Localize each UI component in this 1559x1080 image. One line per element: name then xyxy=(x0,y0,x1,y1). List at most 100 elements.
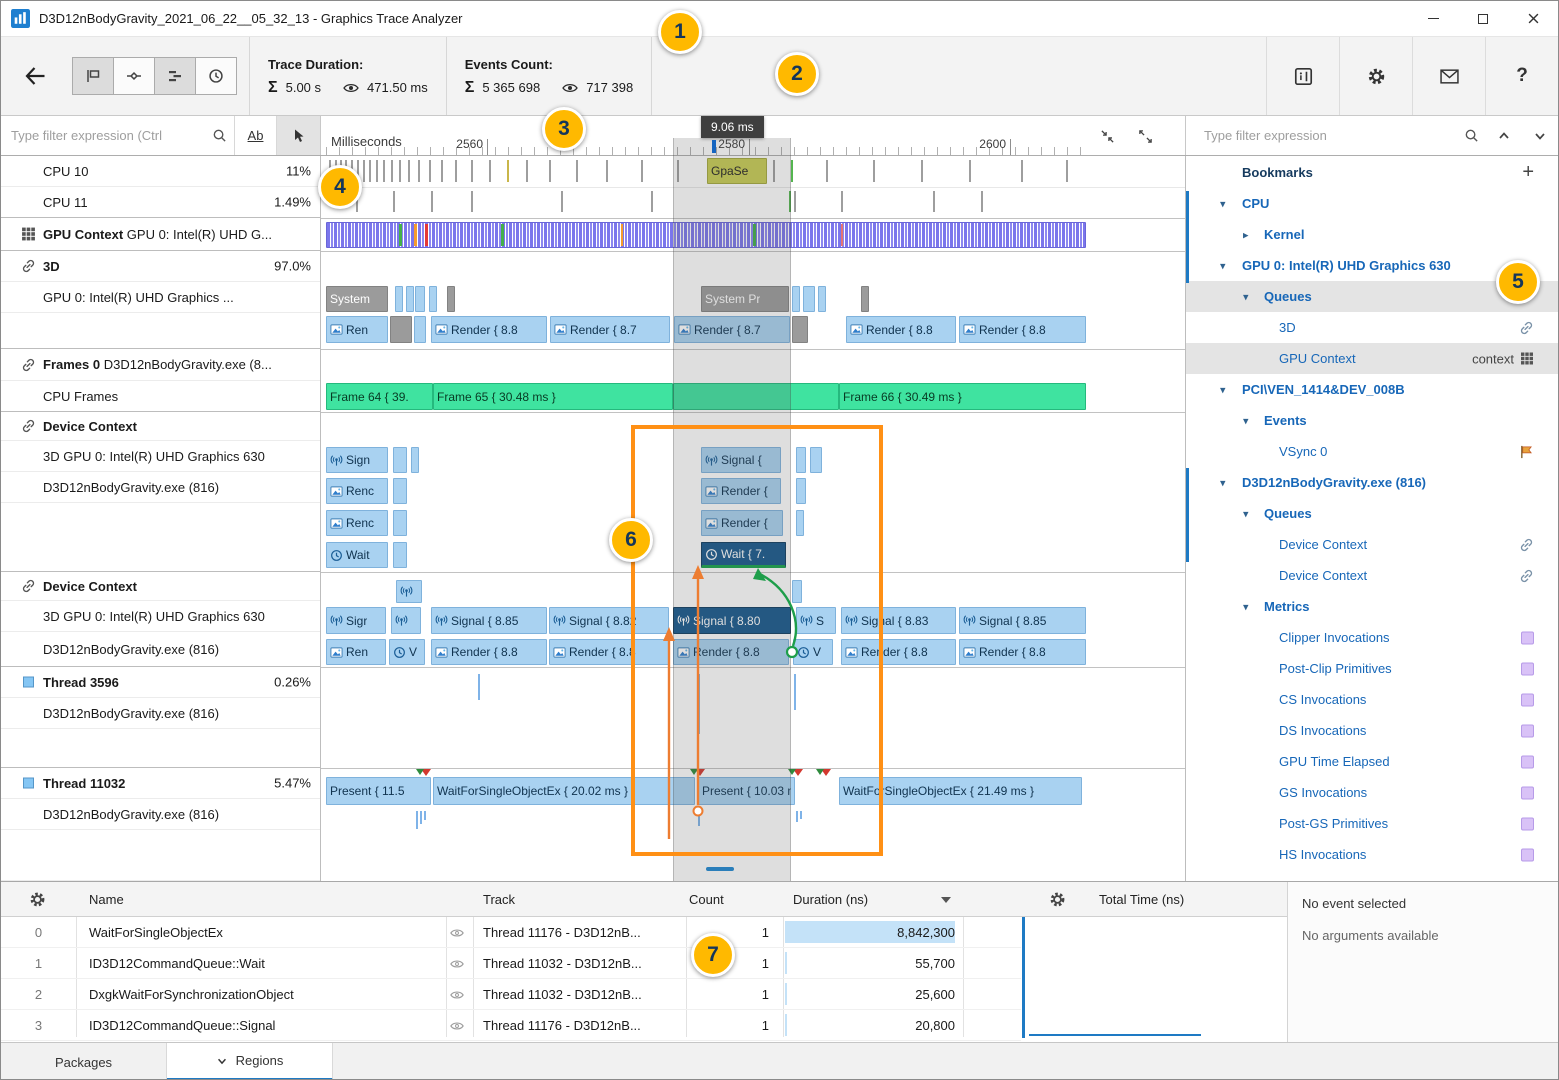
settings-button[interactable] xyxy=(1339,37,1412,115)
bookmark-item-metrics[interactable]: Metrics xyxy=(1186,591,1558,622)
zoom-to-selection-button[interactable] xyxy=(1093,122,1121,150)
timeline-row-label[interactable]: Thread 110325.47% xyxy=(1,768,320,799)
timeline-bar[interactable]: WaitForSingleObjectEx { 21.49 ms } xyxy=(839,777,1082,805)
search-button[interactable] xyxy=(204,116,234,155)
timeline-bar[interactable] xyxy=(810,447,822,473)
timeline-bar[interactable]: Render { 8.8 xyxy=(841,639,956,665)
timeline-row-label[interactable]: D3D12nBodyGravity.exe (816) xyxy=(1,632,320,667)
timeline-bar[interactable]: Frame 65 { 30.48 ms } xyxy=(433,383,673,410)
table-settings-icon[interactable] xyxy=(29,891,46,908)
next-bookmark-button[interactable] xyxy=(1522,116,1558,155)
timeline-bar[interactable] xyxy=(796,447,806,473)
timeline-filter-input[interactable] xyxy=(1,116,204,155)
chevron-down-icon[interactable] xyxy=(1243,414,1249,427)
bookmarks-filter-input[interactable] xyxy=(1186,128,1456,143)
timeline-bar[interactable]: Render { xyxy=(701,510,783,536)
timeline-bar[interactable]: Frame 66 { 30.49 ms } xyxy=(839,383,1086,410)
column-header-total-time[interactable]: Total Time (ns) xyxy=(1099,882,1184,917)
timeline-bar[interactable]: Signal { 8.85 xyxy=(431,607,547,634)
timeline-bar[interactable] xyxy=(393,542,407,568)
bookmark-item-cs-invocations[interactable]: CS Invocations xyxy=(1186,684,1558,715)
timeline-row-label[interactable]: Device Context xyxy=(1,572,320,601)
timeline-bar[interactable] xyxy=(390,316,412,343)
chevron-down-icon[interactable] xyxy=(1220,259,1226,272)
timeline-bar[interactable] xyxy=(393,510,407,536)
timeline-row-label[interactable]: GPU 0: Intel(R) UHD Graphics ... xyxy=(1,282,320,313)
timeline-bar[interactable] xyxy=(406,286,414,312)
table-row[interactable]: 2DxgkWaitForSynchronizationObjectThread … xyxy=(1,979,1021,1010)
bookmark-item-kernel[interactable]: Kernel xyxy=(1186,219,1558,250)
chevron-right-icon[interactable] xyxy=(1243,228,1249,241)
timeline-bar[interactable] xyxy=(411,447,419,473)
timeline-bar[interactable]: Signal { 8.80 xyxy=(673,607,791,634)
bookmark-item-pci-ven-1414-dev-008b[interactable]: PCI\VEN_1414&DEV_008B xyxy=(1186,374,1558,405)
bookmark-item-gpu-context[interactable]: GPU Contextcontext xyxy=(1186,343,1558,374)
back-button[interactable] xyxy=(1,64,69,88)
timeline-bar[interactable] xyxy=(792,316,808,343)
frame-markers-toggle-button[interactable] xyxy=(72,57,114,95)
bookmark-item-gpu-time-elapsed[interactable]: GPU Time Elapsed xyxy=(1186,746,1558,777)
bookmark-item-gs-invocations[interactable]: GS Invocations xyxy=(1186,777,1558,808)
timeline-bar[interactable] xyxy=(415,286,425,312)
timeline-row-label[interactable]: CPU Frames xyxy=(1,381,320,412)
timeline-row-label[interactable]: Thread 35960.26% xyxy=(1,667,320,698)
column-header-track[interactable]: Track xyxy=(483,882,515,917)
feedback-button[interactable] xyxy=(1412,37,1485,115)
timeline-bar[interactable] xyxy=(803,286,815,312)
timeline-bar[interactable] xyxy=(673,383,839,410)
help-button[interactable]: ? xyxy=(1485,37,1558,115)
timeline-bar[interactable]: S xyxy=(796,607,836,634)
timeline-bar[interactable]: Signal { xyxy=(701,447,781,473)
timeline-bar[interactable]: System xyxy=(326,286,388,312)
tab-regions[interactable]: Regions xyxy=(167,1043,333,1080)
timeline-plot[interactable]: GpaSe System System Pr Ren Render { 8.8 Rende… xyxy=(321,156,1186,881)
minimize-button[interactable] xyxy=(1408,1,1458,36)
timeline-bar[interactable] xyxy=(796,478,806,504)
timeline-bar[interactable]: Frame 64 { 39. xyxy=(326,383,433,410)
table-settings-icon[interactable] xyxy=(1049,891,1066,908)
bookmark-item-cpu[interactable]: CPU xyxy=(1186,188,1558,219)
timeline-bar[interactable] xyxy=(395,286,403,312)
timeline-bar[interactable]: Sigr xyxy=(326,607,386,634)
timeline-row-label[interactable] xyxy=(1,830,320,881)
timeline-row-label[interactable]: CPU 111.49% xyxy=(1,187,320,218)
timeline-row-label[interactable] xyxy=(1,503,320,572)
timeline-bar[interactable] xyxy=(396,580,422,603)
timeline-bar[interactable] xyxy=(393,478,407,504)
chevron-down-icon[interactable] xyxy=(1243,290,1249,303)
timeline-bar[interactable]: Render { 8.8 xyxy=(959,316,1086,343)
timeline-bar[interactable]: Signal { 8.83 xyxy=(841,607,956,634)
select-tool-button[interactable] xyxy=(276,116,320,155)
bookmark-item-d3d12nbodygravity-exe-816-[interactable]: D3D12nBodyGravity.exe (816) xyxy=(1186,467,1558,498)
timeline-bar[interactable]: System Pr xyxy=(701,286,789,312)
timeline-bar[interactable]: Present { 10.03 ms xyxy=(698,777,795,805)
timeline-bar[interactable] xyxy=(792,286,800,312)
table-row[interactable]: 3ID3D12CommandQueue::SignalThread 11176 … xyxy=(1,1010,1021,1041)
timeline-bar[interactable]: Wait { 7. xyxy=(701,542,786,568)
timeline-bar[interactable]: Wait xyxy=(326,542,388,568)
trace-view-toggle-button[interactable] xyxy=(154,57,196,95)
timeline-bar[interactable] xyxy=(818,286,826,312)
column-header-count[interactable]: Count xyxy=(689,882,724,917)
timeline-bar[interactable] xyxy=(792,580,802,603)
timeline-bar[interactable]: Ren xyxy=(326,639,386,665)
timeline-bar[interactable]: Signal { 8.82 xyxy=(549,607,669,634)
details-pane-button[interactable] xyxy=(1266,37,1339,115)
timeline-row-label[interactable]: 3D GPU 0: Intel(R) UHD Graphics 630 xyxy=(1,441,320,472)
bookmark-item-device-context[interactable]: Device Context xyxy=(1186,560,1558,591)
timeline-bar[interactable]: Signal { 8.85 xyxy=(959,607,1086,634)
timeline-bar[interactable] xyxy=(796,510,804,536)
timeline-row-label[interactable]: D3D12nBodyGravity.exe (816) xyxy=(1,799,320,830)
timeline-row-label[interactable]: Device Context xyxy=(1,412,320,441)
timeline-bar[interactable]: GpaSe xyxy=(707,158,767,184)
close-button[interactable] xyxy=(1508,1,1558,36)
timeline-row-label[interactable] xyxy=(1,313,320,349)
timeline-bar[interactable]: Render { 8.7 xyxy=(674,316,790,343)
bookmark-item-hs-invocations[interactable]: HS Invocations xyxy=(1186,839,1558,870)
table-row[interactable]: 0WaitForSingleObjectExThread 11176 - D3D… xyxy=(1,917,1021,948)
timeline-bar[interactable]: Render { 8.8 xyxy=(431,639,547,665)
timeline-bar[interactable]: Present { 11.5 xyxy=(326,777,431,805)
timeline-bar[interactable]: V xyxy=(793,639,833,665)
timeline-bar[interactable] xyxy=(393,447,407,473)
bookmark-item-post-clip-primitives[interactable]: Post-Clip Primitives xyxy=(1186,653,1558,684)
